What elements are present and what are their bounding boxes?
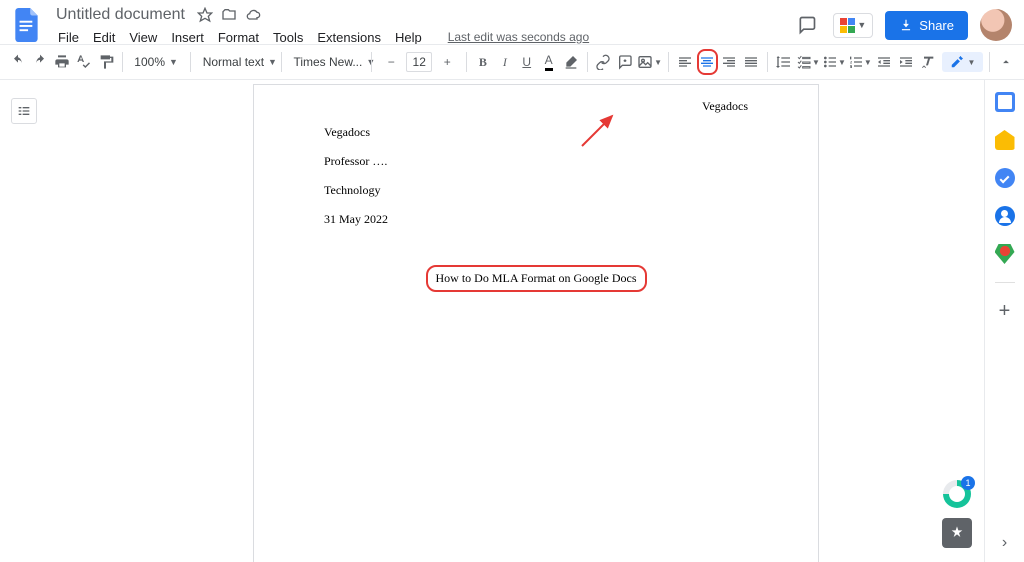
insert-image-button[interactable]: ▼ <box>637 49 662 75</box>
indent-decrease-button[interactable] <box>874 49 894 75</box>
zoom-select[interactable]: 100%▼ <box>128 49 184 75</box>
mla-name-line[interactable]: Vegadocs <box>324 125 748 140</box>
redo-button[interactable] <box>30 49 50 75</box>
side-panel: + › <box>984 80 1024 562</box>
indent-increase-button[interactable] <box>896 49 916 75</box>
align-center-button[interactable] <box>697 49 718 75</box>
grammarly-icon[interactable]: 1 <box>943 480 971 508</box>
numbered-list-button[interactable]: ▼ <box>848 49 872 75</box>
meet-button[interactable]: ▼ <box>833 13 873 38</box>
chevron-down-icon: ▼ <box>857 20 866 30</box>
addons-plus-icon[interactable]: + <box>999 301 1011 321</box>
share-label: Share <box>919 18 954 33</box>
running-head[interactable]: Vegadocs <box>702 99 748 114</box>
page[interactable]: Vegadocs Vegadocs Professor …. Technolog… <box>253 84 819 562</box>
align-left-button[interactable] <box>675 49 695 75</box>
tasks-icon[interactable] <box>995 168 1015 188</box>
document-title-highlight[interactable]: How to Do MLA Format on Google Docs <box>426 265 647 292</box>
bulleted-list-button[interactable]: ▼ <box>822 49 846 75</box>
collapse-panel-icon[interactable]: › <box>1002 534 1007 552</box>
font-size-increase[interactable]: + <box>434 49 460 75</box>
style-select[interactable]: Normal text▼ <box>197 49 275 75</box>
doc-title[interactable]: Untitled document <box>52 4 189 26</box>
outline-toggle-button[interactable] <box>11 98 37 124</box>
star-icon[interactable] <box>197 7 213 23</box>
editing-mode-button[interactable]: ▼ <box>942 52 984 72</box>
contacts-icon[interactable] <box>995 206 1015 226</box>
comments-icon[interactable] <box>793 11 821 39</box>
font-size-decrease[interactable]: − <box>378 49 404 75</box>
align-right-button[interactable] <box>720 49 740 75</box>
print-button[interactable] <box>52 49 72 75</box>
spellcheck-button[interactable] <box>74 49 94 75</box>
keep-icon[interactable] <box>995 130 1015 150</box>
grammarly-badge: 1 <box>961 476 975 490</box>
checklist-button[interactable]: ▼ <box>796 49 820 75</box>
text-color-button[interactable]: A <box>539 49 559 75</box>
underline-button[interactable]: U <box>517 49 537 75</box>
explore-button[interactable] <box>942 518 972 548</box>
undo-button[interactable] <box>8 49 28 75</box>
paint-format-button[interactable] <box>96 49 116 75</box>
italic-button[interactable]: I <box>495 49 515 75</box>
move-icon[interactable] <box>221 7 237 23</box>
toolbar: 100%▼ Normal text▼ Times New...▼ − + B I… <box>0 44 1024 80</box>
align-justify-button[interactable] <box>741 49 761 75</box>
line-spacing-button[interactable] <box>774 49 794 75</box>
insert-comment-button[interactable] <box>615 49 635 75</box>
bold-button[interactable]: B <box>473 49 493 75</box>
user-avatar[interactable] <box>980 9 1012 41</box>
font-size-input[interactable] <box>406 52 432 72</box>
font-select[interactable]: Times New...▼ <box>287 49 365 75</box>
mla-date-line[interactable]: 31 May 2022 <box>324 212 748 227</box>
mla-professor-line[interactable]: Professor …. <box>324 154 748 169</box>
mla-course-line[interactable]: Technology <box>324 183 748 198</box>
cloud-status-icon[interactable] <box>245 7 261 23</box>
highlight-button[interactable] <box>561 49 581 75</box>
chevron-down-icon: ▼ <box>968 58 976 67</box>
clear-format-button[interactable] <box>918 49 938 75</box>
collapse-toolbar-button[interactable] <box>996 49 1016 75</box>
maps-icon[interactable] <box>995 244 1015 264</box>
calendar-icon[interactable] <box>995 92 1015 112</box>
share-button[interactable]: Share <box>885 11 968 40</box>
docs-logo-icon[interactable] <box>12 5 42 45</box>
insert-link-button[interactable] <box>593 49 613 75</box>
document-canvas[interactable]: Vegadocs Vegadocs Professor …. Technolog… <box>48 80 1024 562</box>
